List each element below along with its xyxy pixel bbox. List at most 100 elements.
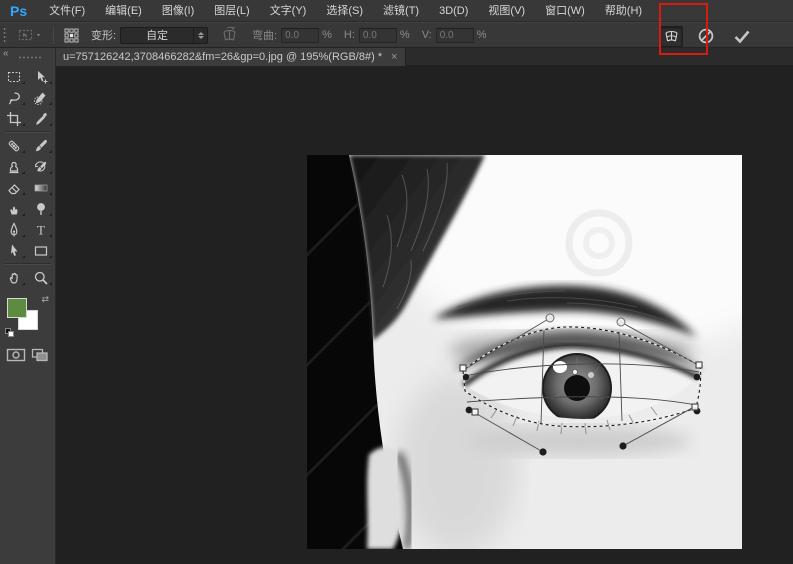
tab-close-icon[interactable]: × bbox=[391, 51, 397, 63]
eyedropper-tool[interactable] bbox=[28, 108, 55, 129]
screen-mode-icon bbox=[31, 348, 49, 362]
clone-stamp-tool[interactable] bbox=[1, 156, 28, 177]
svg-text:T: T bbox=[37, 222, 45, 237]
menu-select[interactable]: 选择(S) bbox=[316, 0, 373, 22]
menu-layer[interactable]: 图层(L) bbox=[204, 0, 259, 22]
cancel-icon bbox=[697, 27, 715, 45]
collapse-panel-icon[interactable]: « bbox=[3, 48, 9, 59]
options-bar-grip[interactable] bbox=[3, 27, 7, 43]
warp-control-point[interactable] bbox=[694, 374, 701, 381]
document-canvas[interactable] bbox=[307, 155, 742, 549]
warp-mode-icon bbox=[663, 29, 680, 44]
lasso-icon bbox=[6, 90, 22, 106]
smudge-tool[interactable] bbox=[1, 198, 28, 219]
tool-panel-grip[interactable] bbox=[18, 56, 42, 59]
quick-mask-button[interactable] bbox=[6, 348, 26, 367]
menu-3d[interactable]: 3D(D) bbox=[429, 0, 478, 22]
history-brush-icon bbox=[33, 159, 49, 175]
warp-control-point[interactable] bbox=[546, 314, 554, 322]
foreground-color-swatch[interactable] bbox=[7, 298, 27, 318]
warp-mode-toggle-button[interactable] bbox=[659, 26, 683, 47]
clone-stamp-icon bbox=[6, 159, 22, 175]
path-selection-tool[interactable] bbox=[1, 240, 28, 261]
type-tool[interactable]: T bbox=[28, 219, 55, 240]
h-label: H: bbox=[344, 29, 355, 41]
move-icon bbox=[33, 69, 49, 85]
warp-control-point[interactable] bbox=[619, 442, 626, 449]
zoom-tool[interactable] bbox=[28, 267, 55, 288]
default-colors-icon[interactable] bbox=[5, 328, 15, 338]
pen-tool[interactable] bbox=[1, 219, 28, 240]
warp-control-point[interactable] bbox=[539, 448, 546, 455]
brush-tool[interactable] bbox=[28, 135, 55, 156]
tab-bar: u=757126242,3708466282&fm=26&gp=0.jpg @ … bbox=[56, 48, 793, 66]
menu-type[interactable]: 文字(Y) bbox=[260, 0, 317, 22]
history-brush-tool[interactable] bbox=[28, 156, 55, 177]
zoom-icon bbox=[33, 270, 49, 286]
v-label: V: bbox=[422, 29, 432, 41]
bend-unit: % bbox=[322, 29, 332, 41]
move-tool[interactable] bbox=[28, 66, 55, 87]
v-unit: % bbox=[477, 29, 487, 41]
warp-preset-value: 自定 bbox=[121, 27, 193, 43]
transform-label: 变形: bbox=[91, 27, 116, 43]
photoshop-logo: Ps bbox=[0, 3, 39, 19]
document-tab-title: u=757126242,3708466282&fm=26&gp=0.jpg @ … bbox=[63, 51, 382, 63]
brush-icon bbox=[33, 138, 49, 154]
menu-bar: Ps 文件(F) 编辑(E) 图像(I) 图层(L) 文字(Y) 选择(S) 滤… bbox=[0, 0, 793, 22]
v-input bbox=[436, 28, 474, 43]
menu-file[interactable]: 文件(F) bbox=[39, 0, 95, 22]
warp-control-point[interactable] bbox=[463, 374, 469, 380]
hand-tool[interactable] bbox=[1, 267, 28, 288]
menu-image[interactable]: 图像(I) bbox=[152, 0, 204, 22]
tool-preset-picker[interactable] bbox=[17, 27, 43, 43]
menu-view[interactable]: 视图(V) bbox=[478, 0, 535, 22]
menu-help[interactable]: 帮助(H) bbox=[595, 0, 652, 22]
tool-grid: T bbox=[0, 66, 55, 288]
menu-window[interactable]: 窗口(W) bbox=[535, 0, 595, 22]
lasso-tool[interactable] bbox=[1, 87, 28, 108]
rectangular-marquee-icon bbox=[6, 69, 22, 85]
quick-selection-icon bbox=[33, 90, 49, 106]
hand-icon bbox=[6, 270, 22, 286]
menu-edit[interactable]: 编辑(E) bbox=[95, 0, 152, 22]
document-tab[interactable]: u=757126242,3708466282&fm=26&gp=0.jpg @ … bbox=[56, 48, 406, 66]
tool-panel: « T ⇄ bbox=[0, 48, 56, 564]
path-selection-icon bbox=[6, 243, 22, 259]
warp-preset-select[interactable]: 自定 bbox=[120, 27, 208, 44]
commit-icon bbox=[733, 29, 751, 44]
warp-control-point[interactable] bbox=[466, 407, 473, 414]
eraser-tool[interactable] bbox=[1, 177, 28, 198]
canvas-area[interactable] bbox=[56, 66, 793, 564]
rectangle-shape-tool[interactable] bbox=[28, 240, 55, 261]
spot-healing-tool[interactable] bbox=[1, 135, 28, 156]
type-icon: T bbox=[33, 222, 49, 238]
eraser-icon bbox=[6, 180, 22, 196]
rectangle-shape-icon bbox=[33, 243, 49, 259]
transform-center-point[interactable] bbox=[572, 369, 577, 374]
warp-control-point[interactable] bbox=[617, 318, 625, 326]
options-bar: 变形: 自定 弯曲: % H: % V: % bbox=[0, 22, 793, 48]
screen-mode-button[interactable] bbox=[31, 348, 49, 367]
gradient-tool[interactable] bbox=[28, 177, 55, 198]
cancel-transform-button[interactable] bbox=[697, 27, 715, 45]
spot-healing-icon bbox=[6, 138, 22, 154]
bend-input bbox=[281, 28, 319, 43]
crop-icon bbox=[6, 111, 22, 127]
commit-transform-button[interactable] bbox=[733, 29, 751, 44]
gradient-icon bbox=[33, 180, 49, 196]
menu-filter[interactable]: 滤镜(T) bbox=[373, 0, 429, 22]
color-swatches: ⇄ bbox=[7, 296, 47, 336]
warp-orientation bbox=[220, 26, 240, 44]
swap-colors-icon[interactable]: ⇄ bbox=[41, 294, 49, 305]
crop-tool[interactable] bbox=[1, 108, 28, 129]
pen-icon bbox=[6, 222, 22, 238]
warp-preset-stepper bbox=[193, 28, 207, 43]
quick-selection-tool[interactable] bbox=[28, 87, 55, 108]
photo-eye-closeup bbox=[307, 155, 742, 549]
eyedropper-icon bbox=[33, 111, 49, 127]
bend-label: 弯曲: bbox=[252, 27, 277, 43]
rectangular-marquee-tool[interactable] bbox=[1, 66, 28, 87]
reference-point-locator[interactable] bbox=[64, 28, 79, 43]
dodge-tool[interactable] bbox=[28, 198, 55, 219]
